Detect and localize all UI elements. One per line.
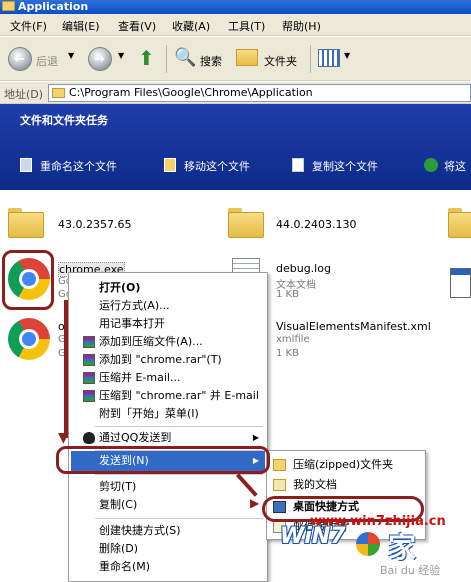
divider [95, 518, 263, 519]
address-path: C:\Program Files\Google\Chrome\Applicati… [69, 86, 313, 99]
annotation-ring [2, 250, 54, 310]
menu-delete[interactable]: 删除(D) [69, 540, 267, 558]
menu-bar: 文件(F) 编辑(E) 查看(V) 收藏(A) 工具(T) 帮助(H) [0, 14, 471, 36]
task-pane-title: 文件和文件夹任务 [20, 114, 108, 127]
search-label[interactable]: 搜索 [200, 53, 222, 69]
menu-rename[interactable]: 重命名(M) [69, 558, 267, 576]
context-menu: 打开(O) 运行方式(A)... 用记事本打开 添加到压缩文件(A)... 添加… [68, 272, 268, 582]
forward-button[interactable]: → [88, 47, 112, 71]
divider [166, 45, 167, 73]
folder-name[interactable]: 43.0.2357.65 [58, 218, 131, 231]
task-publish[interactable]: 将这 [444, 158, 466, 174]
toolbar: ← 后退 ▼ → ▼ ⬆ 🔍 搜索 文件夹 ▼ [0, 37, 471, 81]
menu-compress-rar-email[interactable]: 压缩到 "chrome.rar" 并 E-mail [69, 387, 267, 405]
chevron-right-icon: ▶ [252, 433, 259, 442]
address-bar: 地址(D) C:\Program Files\Google\Chrome\App… [0, 82, 471, 104]
menu-open-notepad[interactable]: 用记事本打开 [69, 315, 267, 333]
annotation-arrow [64, 300, 68, 438]
up-folder-icon[interactable]: ⬆ [138, 46, 155, 70]
documents-icon [273, 479, 286, 491]
file-name-manifest[interactable]: VisualElementsManifest.xml [276, 320, 431, 333]
menu-open[interactable]: 打开(O) [69, 279, 267, 297]
folder-icon[interactable] [228, 208, 264, 238]
menu-cut[interactable]: 剪切(T) [69, 478, 267, 496]
winrar-icon [83, 336, 95, 348]
submenu-zip[interactable]: 压缩(zipped)文件夹 [267, 455, 425, 475]
arrow-down-icon: ▼ [58, 430, 69, 446]
watermark-char: 家 [388, 531, 417, 564]
rename-icon [20, 158, 32, 172]
window-title: Application [18, 0, 89, 13]
back-button[interactable]: ← [8, 47, 32, 71]
publish-icon [424, 158, 438, 172]
menu-add-rar[interactable]: 添加到 "chrome.rar"(T) [69, 351, 267, 369]
zip-folder-icon [273, 459, 286, 471]
annotation-ring [56, 446, 270, 474]
winrar-icon [83, 390, 95, 402]
qq-icon [83, 432, 95, 444]
file-size: 1 KB [276, 289, 299, 300]
chevron-down-icon[interactable]: ▼ [118, 51, 124, 60]
watermark-logo: WiN7 [280, 524, 346, 549]
title-bar: Application [0, 0, 471, 14]
folders-icon[interactable] [236, 49, 258, 66]
window-file-icon[interactable] [450, 268, 471, 298]
winrar-icon [83, 372, 95, 384]
menu-create-shortcut[interactable]: 创建快捷方式(S) [69, 522, 267, 540]
menu-tools[interactable]: 工具(T) [228, 18, 265, 34]
file-name-debug[interactable]: debug.log [276, 262, 331, 275]
arrow-right-icon: → [94, 52, 105, 67]
folders-label[interactable]: 文件夹 [264, 53, 297, 69]
menu-pin-start[interactable]: 附到「开始」菜单(I) [69, 405, 267, 423]
address-input[interactable]: C:\Program Files\Google\Chrome\Applicati… [48, 84, 471, 102]
winrar-icon [83, 354, 95, 366]
chevron-down-icon[interactable]: ▼ [68, 51, 74, 60]
task-rename[interactable]: 重命名这个文件 [40, 158, 117, 174]
move-icon [164, 158, 176, 172]
folder-icon [52, 88, 65, 98]
copy-icon [292, 158, 304, 172]
chrome-icon[interactable] [8, 318, 50, 360]
task-copy[interactable]: 复制这个文件 [312, 158, 378, 174]
address-label: 地址(D) [4, 88, 44, 101]
windows-logo-icon [356, 532, 380, 556]
menu-help[interactable]: 帮助(H) [282, 18, 321, 34]
watermark-baidu: Bai du 经验 [380, 564, 441, 577]
menu-view[interactable]: 查看(V) [118, 18, 156, 34]
arrow-left-icon: ← [14, 52, 25, 67]
back-label: 后退 [36, 55, 58, 68]
views-icon[interactable] [318, 49, 340, 67]
folder-icon [2, 1, 15, 11]
divider [95, 426, 263, 427]
folder-name[interactable]: 44.0.2403.130 [276, 218, 356, 231]
file-size: 1 KB [276, 348, 299, 359]
task-pane: 文件和文件夹任务 重命名这个文件 移动这个文件 复制这个文件 将这 [0, 104, 471, 190]
menu-favorites[interactable]: 收藏(A) [172, 18, 210, 34]
folder-icon[interactable] [448, 208, 471, 238]
menu-add-archive[interactable]: 添加到压缩文件(A)... [69, 333, 267, 351]
task-move[interactable]: 移动这个文件 [184, 158, 250, 174]
watermark: www.win7zhijia.cn WiN7 家 Bai du 经验 [270, 512, 470, 582]
search-icon[interactable]: 🔍 [174, 47, 196, 68]
menu-qq-send[interactable]: 通过QQ发送到 ▶ [69, 429, 267, 447]
menu-edit[interactable]: 编辑(E) [62, 18, 100, 34]
file-type: xmlfile [276, 334, 310, 345]
folder-icon[interactable] [8, 208, 44, 238]
chevron-down-icon[interactable]: ▼ [344, 51, 350, 60]
menu-copy[interactable]: 复制(C) [69, 496, 267, 514]
menu-compress-email[interactable]: 压缩并 E-mail... [69, 369, 267, 387]
menu-run-as[interactable]: 运行方式(A)... [69, 297, 267, 315]
divider [310, 45, 311, 73]
arrow-icon: ▶ [250, 496, 260, 510]
menu-file[interactable]: 文件(F) [10, 18, 47, 34]
submenu-my-docs[interactable]: 我的文档 [267, 475, 425, 495]
